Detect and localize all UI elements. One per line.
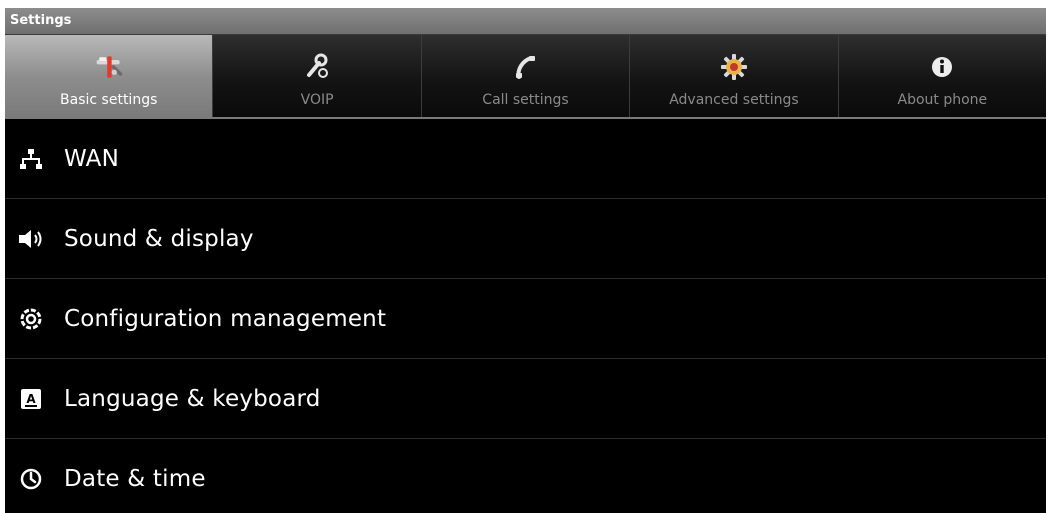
list-item-wan[interactable]: WAN [5,119,1046,199]
settings-screen: Settings Basic settings VOIP Call settin… [5,8,1046,513]
window-title: Settings [10,13,72,28]
list-item-configuration-management[interactable]: Configuration management [5,279,1046,359]
tab-bar: Basic settings VOIP Call settings Advanc… [5,35,1046,119]
phone-icon [511,52,541,82]
list-item-label: WAN [64,145,120,172]
settings-list: WAN Sound & display Configuration manage… [5,119,1046,513]
tab-label: Advanced settings [669,92,799,108]
tab-advanced-settings[interactable]: Advanced settings [630,35,839,117]
list-item-label: Sound & display [64,225,254,252]
wrench-icon [302,52,332,82]
tab-label: Call settings [482,92,569,108]
speaker-icon [18,226,44,252]
list-item-label: Configuration management [64,305,387,332]
svg-text:A: A [26,392,36,406]
list-item-label: Language & keyboard [64,385,321,412]
tab-label: About phone [897,92,988,108]
tab-label: VOIP [300,92,334,108]
list-item-date-time[interactable]: Date & time [5,439,1046,513]
title-bar: Settings [5,8,1046,35]
gear-icon [719,52,749,82]
keyboard-icon: A [18,386,44,412]
clock-icon [18,466,44,492]
tools-icon [94,52,124,82]
list-item-label: Date & time [64,466,206,492]
list-item-sound-display[interactable]: Sound & display [5,199,1046,279]
tab-voip[interactable]: VOIP [213,35,422,117]
tab-label: Basic settings [60,92,158,108]
tab-about-phone[interactable]: About phone [838,35,1046,117]
network-icon [18,146,44,172]
tab-call-settings[interactable]: Call settings [421,35,631,117]
settings-icon [18,306,44,332]
list-item-language-keyboard[interactable]: A Language & keyboard [5,359,1046,439]
tab-basic-settings[interactable]: Basic settings [5,35,214,117]
info-icon [927,52,957,82]
